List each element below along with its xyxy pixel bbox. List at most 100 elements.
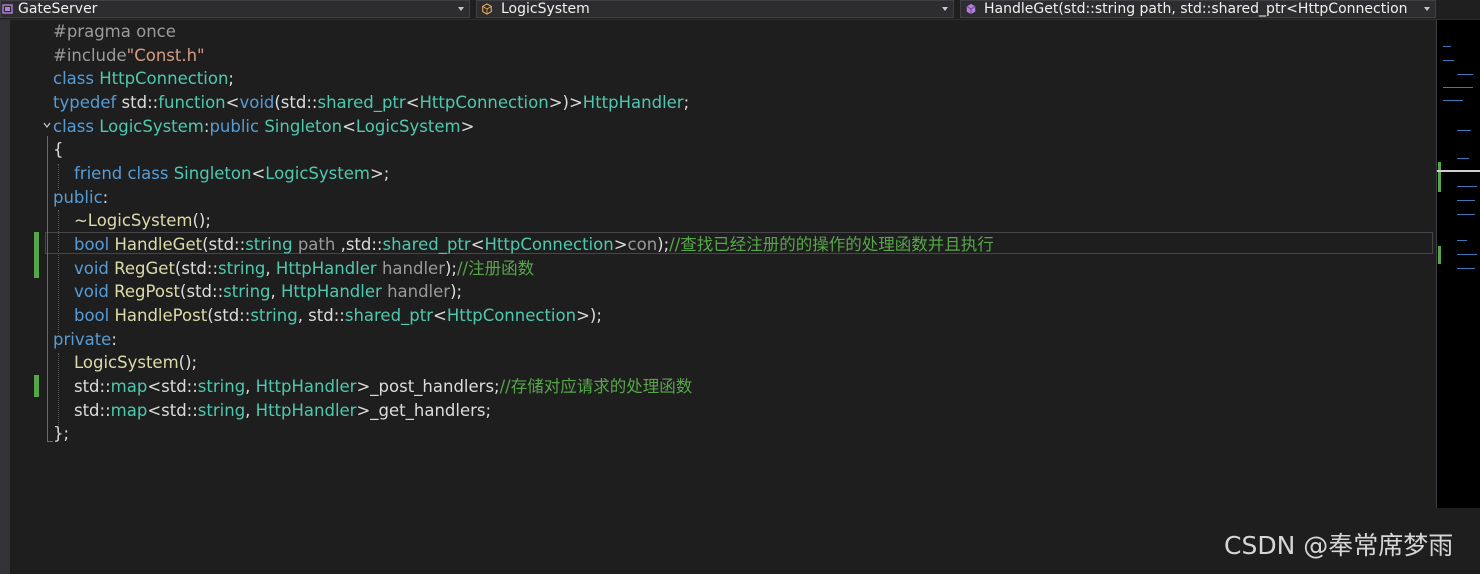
code-token: handler xyxy=(387,282,451,301)
code-token: std:: xyxy=(121,93,159,112)
code-token: RegPost xyxy=(114,282,181,301)
member-dropdown[interactable]: HandleGet(std::string path, std::shared_… xyxy=(960,0,1436,18)
code-line[interactable]: #pragma once xyxy=(53,20,176,43)
code-token: class xyxy=(53,117,100,136)
project-dropdown[interactable]: GateServer xyxy=(0,0,470,18)
code-token: , xyxy=(265,259,276,278)
code-token: <std:: xyxy=(147,401,198,420)
code-token: , std:: xyxy=(297,306,345,325)
code-token: <std:: xyxy=(147,377,198,396)
code-token: (std:: xyxy=(174,259,219,278)
project-icon xyxy=(2,4,13,14)
code-token: handler xyxy=(381,259,445,278)
scope-dropdown[interactable]: LogicSystem xyxy=(476,0,954,18)
code-token: //注册函数 xyxy=(456,259,535,278)
selection-margin[interactable] xyxy=(0,20,10,574)
minimap-change-marker xyxy=(1438,162,1441,192)
code-token: , xyxy=(270,282,282,301)
code-token: void xyxy=(239,93,275,112)
code-token: string xyxy=(245,235,298,254)
code-token: >)> xyxy=(548,93,583,112)
code-line[interactable]: bool HandleGet(std::string path ,std::sh… xyxy=(53,233,994,256)
code-token: friend class xyxy=(73,164,174,183)
code-line[interactable]: void RegGet(std::string, HttpHandler han… xyxy=(53,257,534,280)
code-editor[interactable]: #pragma once #include"Const.h" class HttpC… xyxy=(0,20,1436,574)
code-token: > xyxy=(613,235,628,254)
code-line[interactable]: public: xyxy=(53,186,108,209)
minimap[interactable] xyxy=(1436,20,1480,508)
code-line[interactable]: private: xyxy=(53,328,117,351)
minimap-line xyxy=(1457,268,1475,269)
code-token: string xyxy=(197,401,246,420)
code-token: ~LogicSystem xyxy=(73,211,193,230)
minimap-viewport-indicator[interactable] xyxy=(1437,170,1480,172)
split-editor-button[interactable] xyxy=(1438,0,1480,18)
code-token: ); xyxy=(444,259,457,278)
code-token: LogicSystem xyxy=(355,117,461,136)
editor-window: GateServer LogicSystem HandleGet(std::st… xyxy=(0,0,1480,574)
code-token: shared_ptr xyxy=(317,93,406,112)
code-token: < xyxy=(405,93,420,112)
code-token: bool xyxy=(73,306,115,325)
code-line[interactable]: { xyxy=(53,138,64,161)
chevron-down-icon xyxy=(1424,7,1430,11)
code-token: shared_ptr xyxy=(382,235,471,254)
code-token: > xyxy=(460,117,475,136)
code-token: (); xyxy=(178,353,198,372)
code-line[interactable]: friend class Singleton<LogicSystem>; xyxy=(53,162,389,185)
code-token: path xyxy=(297,235,341,254)
minimap-line xyxy=(1443,46,1451,47)
code-token: >_post_handlers; xyxy=(356,377,500,396)
code-token: LogicSystem xyxy=(73,353,179,372)
minimap-line xyxy=(1457,130,1471,131)
code-line[interactable]: bool HandlePost(std::string, std::shared… xyxy=(53,304,602,327)
code-line[interactable]: ~LogicSystem(); xyxy=(53,209,211,232)
code-token: public xyxy=(53,188,103,207)
code-token: >; xyxy=(369,164,390,183)
minimap-line xyxy=(1457,74,1473,75)
watermark: CSDN @奉常席梦雨 xyxy=(1224,531,1454,560)
code-line[interactable]: void RegPost(std::string, HttpHandler ha… xyxy=(53,280,462,303)
code-token: : xyxy=(111,330,117,349)
minimap-line xyxy=(1457,200,1475,201)
code-token: typedef xyxy=(53,93,122,112)
code-token: con xyxy=(627,235,658,254)
minimap-line xyxy=(1443,100,1463,101)
code-line[interactable]: typedef std::function<void(std::shared_p… xyxy=(53,91,689,114)
code-token: RegGet xyxy=(114,259,175,278)
code-line[interactable]: class LogicSystem:public Singleton<Logic… xyxy=(53,115,474,138)
code-token: //查找已经注册的的操作的处理函数并且执行 xyxy=(669,235,994,254)
outline-bracket xyxy=(47,136,48,442)
code-token: HttpHandler xyxy=(281,282,388,301)
collapse-chevron-icon[interactable] xyxy=(43,121,51,129)
method-icon xyxy=(966,3,976,15)
code-token: HttpHandler xyxy=(255,401,357,420)
code-token: void xyxy=(73,282,115,301)
code-token: private xyxy=(53,330,112,349)
code-line[interactable]: std::map<std::string, HttpHandler>_post_… xyxy=(53,375,692,398)
code-token: std:: xyxy=(53,401,111,420)
code-token: Singleton xyxy=(173,164,252,183)
code-token: (); xyxy=(192,211,211,230)
code-token: #pragma once xyxy=(53,22,176,41)
code-token: Singleton xyxy=(264,117,343,136)
code-line[interactable]: }; xyxy=(53,422,69,445)
code-line[interactable]: #include"Const.h" xyxy=(53,44,205,67)
code-line[interactable]: std::map<std::string, HttpHandler>_get_h… xyxy=(53,399,491,422)
minimap-line xyxy=(1457,186,1477,187)
code-token: HttpConnection xyxy=(99,69,229,88)
code-token: void xyxy=(73,259,115,278)
code-token: < xyxy=(433,306,447,325)
minimap-line xyxy=(1457,214,1475,215)
code-line[interactable]: LogicSystem(); xyxy=(53,351,197,374)
member-name: HandleGet(std::string path, std::shared_… xyxy=(984,1,1408,17)
code-line[interactable]: class HttpConnection; xyxy=(53,67,234,90)
code-token: < xyxy=(251,164,266,183)
navigation-bar: GateServer LogicSystem HandleGet(std::st… xyxy=(0,0,1480,20)
code-token: < xyxy=(342,117,356,136)
